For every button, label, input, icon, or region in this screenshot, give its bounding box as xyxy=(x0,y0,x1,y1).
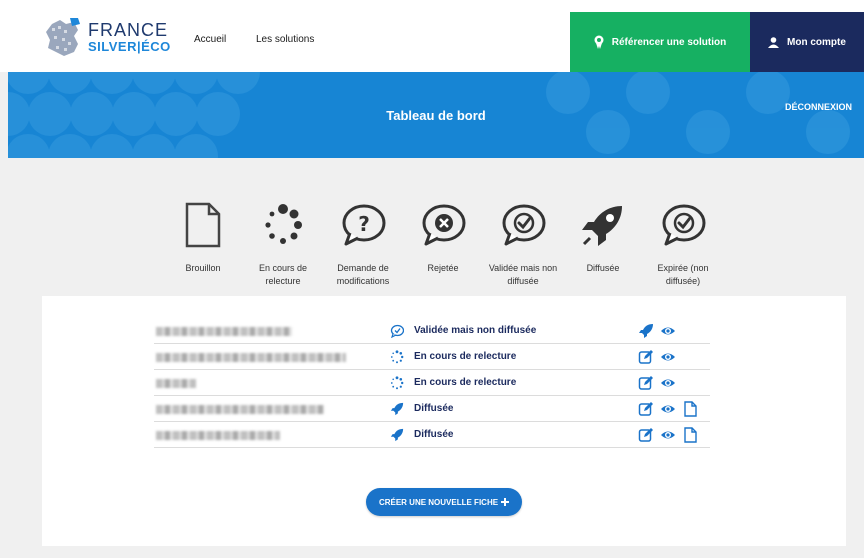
rocket-icon xyxy=(390,402,404,416)
create-new-sheet-button[interactable]: CRÉER UNE NOUVELLE FICHE xyxy=(366,488,522,516)
legend-label: Expirée (non diffusée) xyxy=(657,263,709,286)
dashboard-banner: Tableau de bord DÉCONNEXION xyxy=(8,72,864,158)
my-account-label: Mon compte xyxy=(787,36,846,48)
row-status: En cours de relecture xyxy=(414,377,517,388)
edit-icon[interactable] xyxy=(638,401,654,417)
rocket-icon xyxy=(582,206,622,246)
edit-icon[interactable] xyxy=(638,427,654,443)
legend-label: Brouillon xyxy=(185,263,221,273)
row-status: Diffusée xyxy=(414,429,454,440)
legend-change-request: ? Demande de modifications xyxy=(322,200,404,288)
logo-subtitle: SILVER|ÉCO xyxy=(88,39,171,54)
france-map-icon xyxy=(46,18,80,56)
edit-icon[interactable] xyxy=(638,375,654,391)
edit-icon[interactable] xyxy=(638,349,654,365)
user-icon xyxy=(768,36,780,48)
rocket-icon[interactable] xyxy=(638,323,654,339)
create-new-sheet-label: CRÉER UNE NOUVELLE FICHE xyxy=(378,497,499,507)
row-status: Validée mais non diffusée xyxy=(414,325,537,336)
table-row: En cours de relecture xyxy=(154,370,710,396)
cross-bubble-icon xyxy=(422,204,466,246)
question-bubble-icon: ? xyxy=(342,204,386,246)
legend-label: Demande de modifications xyxy=(336,263,390,286)
table-row: En cours de relecture xyxy=(154,344,710,370)
eye-icon[interactable] xyxy=(660,375,676,391)
logo[interactable]: FRANCE SILVER|ÉCO xyxy=(44,18,174,58)
blurred-solution-name xyxy=(156,379,196,388)
row-status: En cours de relecture xyxy=(414,351,517,362)
rocket-icon xyxy=(390,428,404,442)
check-bubble-icon xyxy=(390,324,404,338)
blurred-solution-name xyxy=(156,405,324,414)
blurred-solution-name xyxy=(156,353,346,362)
document-icon xyxy=(185,202,221,248)
legend-label: En cours de relecture xyxy=(258,263,308,286)
my-account-button[interactable]: Mon compte xyxy=(750,12,864,72)
document-icon[interactable] xyxy=(682,401,698,417)
table-row: Diffusée xyxy=(154,422,710,448)
legend-published: Diffusée xyxy=(562,200,644,275)
legend-label: Validée mais non diffusée xyxy=(488,263,558,286)
document-icon[interactable] xyxy=(682,427,698,443)
check-bubble-icon xyxy=(662,204,706,246)
plus-icon xyxy=(501,498,510,506)
nav-solutions[interactable]: Les solutions xyxy=(256,34,314,45)
legend-in-review: En cours de relecture xyxy=(242,200,324,288)
legend-rejected: Rejetée xyxy=(402,200,484,275)
eye-icon[interactable] xyxy=(660,401,676,417)
reference-solution-label: Référencer une solution xyxy=(611,36,727,48)
legend-label: Diffusée xyxy=(586,263,620,273)
check-bubble-icon xyxy=(502,204,546,246)
blurred-solution-name xyxy=(156,431,280,440)
reference-solution-button[interactable]: Référencer une solution xyxy=(570,12,750,72)
loading-dots-icon xyxy=(390,376,404,390)
eye-icon[interactable] xyxy=(660,427,676,443)
loading-dots-icon xyxy=(265,204,302,244)
legend-expired: Expirée (non diffusée) xyxy=(642,200,724,288)
award-icon xyxy=(594,35,604,49)
logo-title: FRANCE xyxy=(88,20,169,40)
legend-label: Rejetée xyxy=(427,263,459,273)
svg-text:?: ? xyxy=(358,212,370,236)
eye-icon[interactable] xyxy=(660,349,676,365)
eye-icon[interactable] xyxy=(660,323,676,339)
loading-dots-icon xyxy=(390,350,404,364)
row-status: Diffusée xyxy=(414,403,454,414)
table-row: Validée mais non diffusée xyxy=(154,318,710,344)
legend-draft: Brouillon xyxy=(162,200,244,275)
legend-validated: Validée mais non diffusée xyxy=(482,200,564,288)
nav-home[interactable]: Accueil xyxy=(194,34,226,45)
logout-link[interactable]: DÉCONNEXION xyxy=(785,102,852,112)
blurred-solution-name xyxy=(156,327,292,336)
site-header: FRANCE SILVER|ÉCO Accueil Les solutions … xyxy=(0,0,864,72)
table-row: Diffusée xyxy=(154,396,710,422)
page-title: Tableau de bord xyxy=(386,108,486,123)
